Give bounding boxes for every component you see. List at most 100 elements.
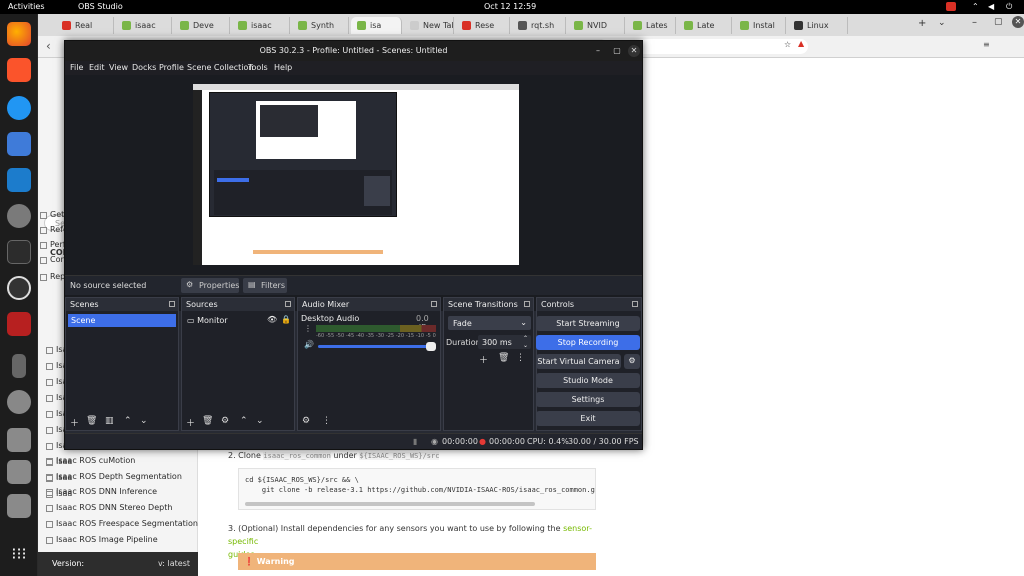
- dock-float-icon[interactable]: [431, 301, 437, 307]
- browser-tab[interactable]: Lates: [627, 17, 676, 34]
- scene-filters-icon[interactable]: ▥: [105, 416, 114, 426]
- transition-menu-icon[interactable]: ⋮: [516, 353, 525, 363]
- menu-item-edit[interactable]: Edit: [89, 63, 105, 72]
- code-block[interactable]: cd ${ISAAC_ROS_WS}/src && \ git clone -b…: [238, 468, 596, 510]
- screenshot-app-icon[interactable]: [7, 312, 31, 336]
- browser-tab[interactable]: isaac: [116, 17, 172, 34]
- menu-item-file[interactable]: File: [70, 63, 83, 72]
- focused-app-name[interactable]: OBS Studio: [78, 2, 123, 11]
- show-apps-icon[interactable]: ⁝⁝⁝: [7, 544, 31, 568]
- advanced-audio-gear-icon[interactable]: ⚙: [302, 416, 310, 426]
- dock-float-icon[interactable]: [632, 301, 638, 307]
- start-streaming-button[interactable]: Start Streaming: [536, 316, 640, 331]
- back-icon[interactable]: ‹: [46, 39, 51, 53]
- browser-tab[interactable]: isaac: [232, 17, 290, 34]
- browser-tab[interactable]: Instal: [734, 17, 786, 34]
- browser-tab[interactable]: New Tab: [404, 17, 454, 34]
- activities-button[interactable]: Activities: [8, 2, 45, 11]
- new-tab-button[interactable]: +: [918, 18, 926, 29]
- docs-nav-item[interactable]: Isaac ROS Image Pipeline: [46, 535, 158, 544]
- dock-float-icon[interactable]: [524, 301, 530, 307]
- close-icon[interactable]: ✕: [1012, 16, 1024, 28]
- docs-nav-item[interactable]: Isaac ROS DNN Stereo Depth: [45, 503, 172, 513]
- transition-select[interactable]: Fade ⌄: [448, 316, 531, 330]
- ssd-drive-icon[interactable]: [7, 460, 31, 484]
- brave-shield-icon[interactable]: ▲: [798, 39, 804, 48]
- docs-nav-item[interactable]: Isaac ROS DNN Inference: [45, 487, 157, 497]
- disk-icon[interactable]: [7, 390, 31, 414]
- filters-button[interactable]: ▤ Filters: [243, 278, 287, 293]
- browser-tab[interactable]: rqt.sh: [512, 17, 566, 34]
- volume-icon[interactable]: ◀: [988, 2, 994, 11]
- menu-item-tools[interactable]: Tools: [248, 63, 268, 72]
- settings-button[interactable]: Settings: [536, 392, 640, 407]
- trash-icon[interactable]: 🗑: [498, 353, 509, 363]
- files-icon[interactable]: [7, 132, 31, 156]
- browser-tab[interactable]: Rese: [456, 17, 510, 34]
- menu-item-help[interactable]: Help: [274, 63, 292, 72]
- add-icon[interactable]: ＋: [186, 416, 195, 429]
- studio-mode-button[interactable]: Studio Mode: [536, 373, 640, 388]
- move-down-icon[interactable]: ⌄: [140, 416, 148, 426]
- ssd-drive-icon[interactable]: [7, 494, 31, 518]
- power-icon[interactable]: ⏻: [1006, 2, 1012, 12]
- docs-nav-item[interactable]: Isaac ROS cuMotion: [45, 456, 135, 465]
- move-up-icon[interactable]: ⌃: [124, 416, 132, 426]
- visibility-eye-icon[interactable]: 👁: [267, 315, 277, 324]
- stepper-icon[interactable]: ⌃ ⌄: [523, 335, 528, 349]
- dock-float-icon[interactable]: [169, 301, 175, 307]
- terminal-icon[interactable]: [7, 240, 31, 264]
- code-scrollbar[interactable]: [245, 502, 535, 506]
- version-selector[interactable]: Version: v: latest: [38, 552, 198, 576]
- network-icon[interactable]: ⌃: [972, 2, 979, 11]
- virtual-camera-gear-icon[interactable]: ⚙: [624, 354, 640, 369]
- brave-icon[interactable]: [7, 58, 31, 82]
- browser-tab[interactable]: Synth: [292, 17, 349, 34]
- vscode-icon[interactable]: [7, 168, 31, 192]
- docs-nav-item[interactable]: Rep: [39, 272, 65, 281]
- exit-button[interactable]: Exit: [536, 411, 640, 426]
- start-virtual-camera-button[interactable]: Start Virtual Camera: [536, 354, 621, 369]
- add-icon[interactable]: ＋: [479, 353, 488, 366]
- speaker-icon[interactable]: 🔊: [304, 340, 314, 349]
- ssd-drive-icon[interactable]: [7, 428, 31, 452]
- gear-icon[interactable]: ⚙: [221, 416, 229, 426]
- menu-item-profile[interactable]: Profile: [159, 63, 184, 72]
- obs-title-bar[interactable]: OBS 30.2.3 - Profile: Untitled - Scenes:…: [65, 41, 642, 61]
- move-down-icon[interactable]: ⌄: [256, 416, 264, 426]
- dock-float-icon[interactable]: [285, 301, 291, 307]
- close-icon[interactable]: ✕: [628, 45, 640, 57]
- docs-nav-item[interactable]: Isaac ROS Freespace Segmentation: [46, 519, 198, 528]
- tab-list-icon[interactable]: ⌄: [938, 18, 946, 28]
- volume-slider[interactable]: [318, 342, 436, 351]
- minimize-icon[interactable]: –: [972, 17, 977, 28]
- source-list-item[interactable]: ▭ Monitor 👁 🔒: [184, 314, 292, 327]
- maximize-icon[interactable]: ▢: [994, 17, 1003, 27]
- browser-tab[interactable]: isa: [351, 17, 402, 34]
- add-icon[interactable]: ＋: [70, 416, 79, 429]
- browser-tab[interactable]: Linux: [788, 17, 848, 34]
- browser-tab[interactable]: NVID: [568, 17, 625, 34]
- minimize-icon[interactable]: –: [592, 45, 604, 57]
- clock[interactable]: Oct 12 12:59: [484, 2, 536, 11]
- browser-tab[interactable]: Late: [678, 17, 732, 34]
- docs-nav-item[interactable]: Isaac ROS Depth Segmentation: [46, 472, 182, 481]
- stop-recording-button[interactable]: Stop Recording: [536, 335, 640, 350]
- menu-item-view[interactable]: View: [109, 63, 128, 72]
- obs-app-icon[interactable]: [7, 276, 31, 300]
- settings-app-icon[interactable]: [7, 204, 31, 228]
- scene-list-item[interactable]: Scene: [68, 314, 176, 327]
- channel-menu-icon[interactable]: ⋮: [304, 324, 312, 333]
- trash-icon[interactable]: 🗑: [86, 416, 97, 426]
- duration-spinbox[interactable]: 300 ms ⌃ ⌄: [478, 335, 531, 349]
- menu-icon[interactable]: ≡: [983, 40, 990, 49]
- move-up-icon[interactable]: ⌃: [240, 416, 248, 426]
- usb-drive-icon[interactable]: [12, 354, 26, 378]
- firefox-icon[interactable]: [7, 22, 31, 46]
- menu-item-docks[interactable]: Docks: [132, 63, 156, 72]
- thunderbird-icon[interactable]: [7, 96, 31, 120]
- trash-icon[interactable]: 🗑: [202, 416, 213, 426]
- lock-icon[interactable]: 🔒: [281, 315, 291, 324]
- volume-slider-handle[interactable]: [426, 342, 436, 351]
- maximize-icon[interactable]: ▢: [611, 45, 623, 57]
